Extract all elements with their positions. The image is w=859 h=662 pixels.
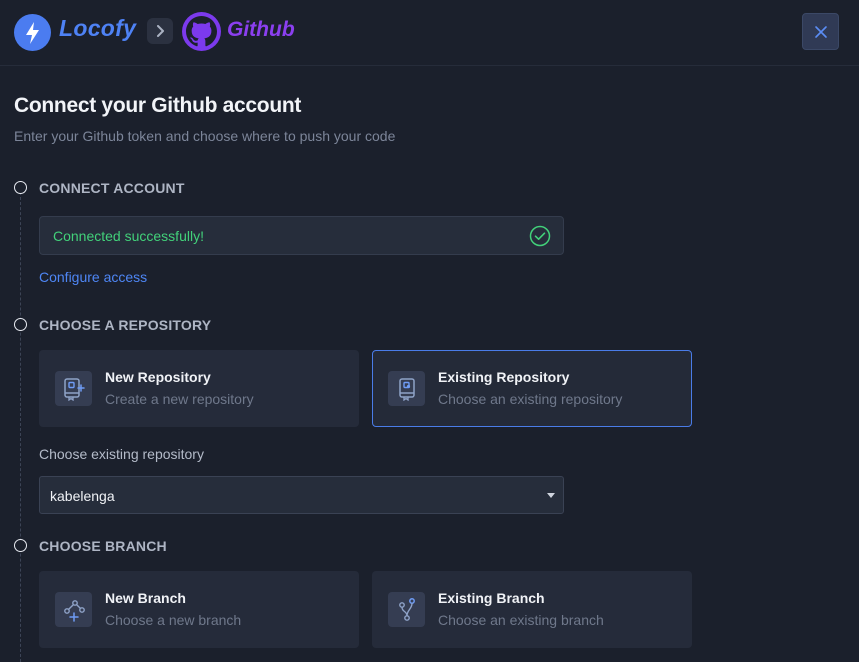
brand-name: Locofy <box>59 15 137 41</box>
chevron-right-icon <box>147 18 173 44</box>
step-dot-connect <box>14 181 27 194</box>
connection-status-box: Connected successfully! <box>39 216 564 255</box>
step-title-repository: CHOOSE A REPOSITORY <box>39 317 212 333</box>
close-icon <box>814 25 827 38</box>
page-title: Connect your Github account <box>14 94 302 117</box>
github-icon <box>182 12 221 51</box>
repository-select[interactable]: kabelenga <box>39 476 564 514</box>
card-subtitle: Choose an existing branch <box>438 612 604 628</box>
card-subtitle: Choose an existing repository <box>438 391 623 407</box>
target-name: Github <box>227 18 295 41</box>
card-title: Existing Branch <box>438 590 545 606</box>
step-title-connect: CONNECT ACCOUNT <box>39 180 185 196</box>
card-title: Existing Repository <box>438 369 570 385</box>
repository-select-value: kabelenga <box>50 488 115 504</box>
step-title-branch: CHOOSE BRANCH <box>39 538 167 554</box>
repository-field-label: Choose existing repository <box>39 446 204 462</box>
existing-branch-card[interactable]: Existing Branch Choose an existing branc… <box>372 571 692 648</box>
new-repository-icon <box>55 371 92 406</box>
configure-access-link[interactable]: Configure access <box>39 269 147 285</box>
steps-timeline <box>20 192 21 662</box>
connect-github-dialog: Locofy Github Connect your Github accoun… <box>0 0 859 662</box>
new-repository-card[interactable]: New Repository Create a new repository <box>39 350 359 427</box>
new-branch-icon <box>55 592 92 627</box>
existing-repository-icon <box>388 371 425 406</box>
step-dot-repository <box>14 318 27 331</box>
close-button[interactable] <box>802 13 839 50</box>
lightning-bolt-icon <box>14 14 51 51</box>
dialog-header: Locofy Github <box>0 0 859 66</box>
step-dot-branch <box>14 539 27 552</box>
caret-down-icon <box>547 493 555 498</box>
check-circle-icon <box>529 225 551 247</box>
card-title: New Branch <box>105 590 186 606</box>
existing-branch-icon <box>388 592 425 627</box>
page-subtitle: Enter your Github token and choose where… <box>14 128 396 144</box>
card-title: New Repository <box>105 369 211 385</box>
card-subtitle: Choose a new branch <box>105 612 242 628</box>
existing-repository-card[interactable]: Existing Repository Choose an existing r… <box>372 350 692 427</box>
status-text: Connected successfully! <box>53 228 204 244</box>
card-subtitle: Create a new repository <box>105 391 254 407</box>
new-branch-card[interactable]: New Branch Choose a new branch <box>39 571 359 648</box>
